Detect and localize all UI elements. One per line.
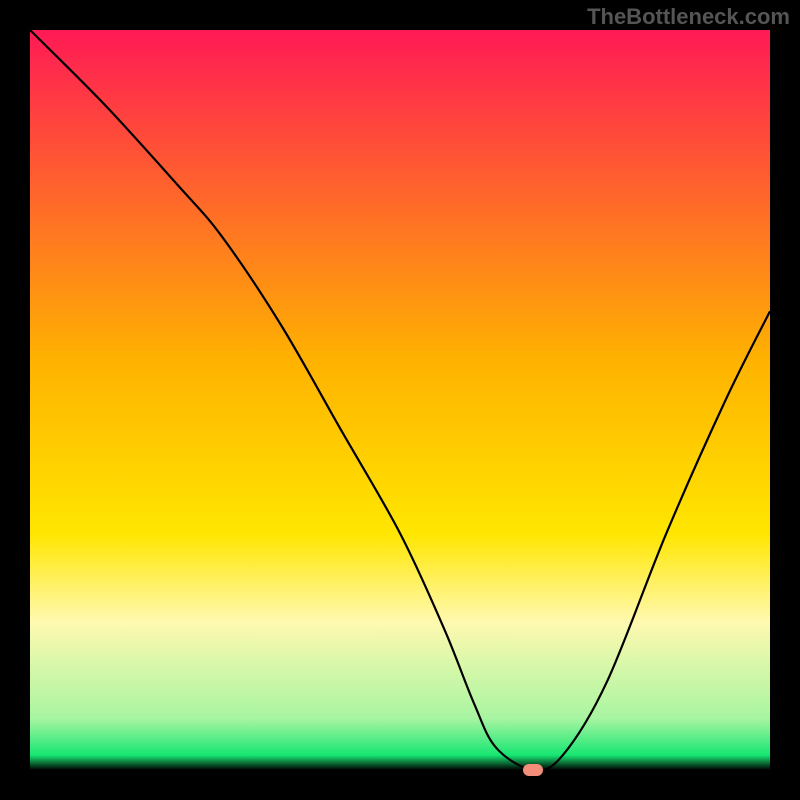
- plot-area: [30, 30, 770, 770]
- chart-background: [30, 30, 770, 770]
- chart-svg: [30, 30, 770, 770]
- optimal-marker: [523, 764, 543, 776]
- watermark: TheBottleneck.com: [587, 4, 790, 30]
- chart-container: TheBottleneck.com: [0, 0, 800, 800]
